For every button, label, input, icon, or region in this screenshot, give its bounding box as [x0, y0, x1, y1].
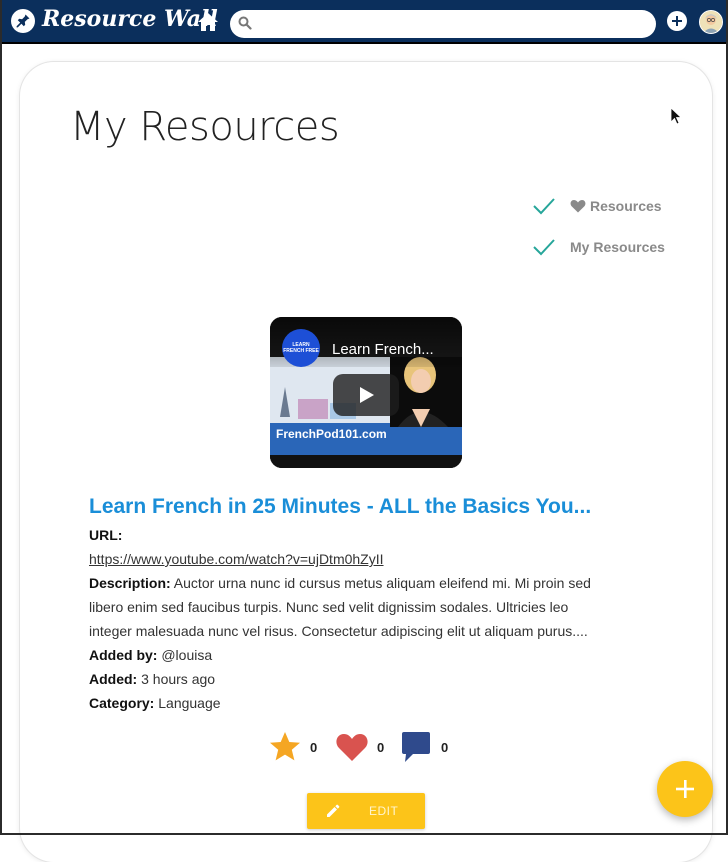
- mouse-cursor-icon: [670, 107, 682, 125]
- filter-resources[interactable]: Resources: [532, 194, 662, 218]
- added-by-label: Added by:: [89, 647, 158, 663]
- description-label: Description:: [89, 575, 171, 591]
- category-label: Category:: [89, 695, 155, 711]
- description-row: libero enim sed faucibus turpis. Nunc se…: [89, 599, 568, 615]
- rating-count: 0: [310, 739, 318, 755]
- pushpin-logo-icon[interactable]: [11, 9, 35, 33]
- added-row: Added: 3 hours ago: [89, 671, 215, 687]
- channel-badge[interactable]: LEARN FRENCH FREE: [282, 329, 320, 367]
- video-title[interactable]: Learn French...: [332, 341, 456, 358]
- home-icon[interactable]: [196, 10, 220, 34]
- video-site-text: FrenchPod101.com: [276, 427, 387, 441]
- like-button[interactable]: 0: [335, 730, 384, 764]
- filter-my-resources[interactable]: My Resources: [532, 235, 665, 259]
- pencil-icon: [327, 804, 340, 817]
- added-label: Added:: [89, 671, 138, 687]
- star-icon: [270, 732, 300, 761]
- comment-icon: [402, 732, 430, 762]
- added-by-value: @louisa: [157, 647, 213, 663]
- add-resource-fab[interactable]: [657, 761, 713, 817]
- rate-button[interactable]: 0: [268, 730, 317, 764]
- brand-title[interactable]: Resource Wall: [42, 6, 218, 32]
- search-icon: [238, 16, 252, 30]
- edit-label: EDIT: [369, 804, 399, 818]
- plus-icon: [676, 780, 694, 798]
- description-text: integer malesuada nunc vel risus. Consec…: [89, 623, 588, 639]
- added-value: 3 hours ago: [137, 671, 216, 687]
- check-icon: [533, 198, 555, 215]
- description-row: integer malesuada nunc vel risus. Consec…: [89, 623, 588, 639]
- add-resource-icon[interactable]: [667, 11, 687, 31]
- heart-icon: [570, 200, 586, 213]
- resource-url-link[interactable]: https://www.youtube.com/watch?v=ujDtm0hZ…: [89, 551, 384, 567]
- description-text: Auctor urna nunc id cursus metus aliquam…: [170, 575, 591, 591]
- top-navbar: Resource Wall: [0, 0, 728, 44]
- page-title: My Resources: [70, 104, 340, 150]
- filter-label: My Resources: [570, 239, 665, 255]
- url-label: URL:: [89, 527, 123, 543]
- check-icon: [533, 239, 555, 256]
- url-label-row: URL:: [89, 527, 122, 543]
- likes-count: 0: [377, 739, 385, 755]
- edit-button[interactable]: EDIT: [307, 793, 425, 829]
- heart-icon: [336, 734, 368, 761]
- comments-count: 0: [441, 739, 449, 755]
- filter-label: Resources: [590, 198, 662, 214]
- added-by-row: Added by: @louisa: [89, 647, 212, 663]
- category-value: Language: [154, 695, 221, 711]
- url-row: https://www.youtube.com/watch?v=ujDtm0hZ…: [89, 551, 384, 567]
- user-avatar[interactable]: [699, 10, 723, 34]
- resource-title-link[interactable]: Learn French in 25 Minutes - ALL the Bas…: [89, 495, 629, 519]
- search-bar[interactable]: [230, 10, 656, 38]
- comment-button[interactable]: 0: [399, 730, 448, 764]
- category-row: Category: Language: [89, 695, 221, 711]
- video-embed[interactable]: LEARN FRENCH FREE Learn French... French…: [270, 317, 462, 468]
- play-button-icon[interactable]: [333, 374, 399, 416]
- description-row: Description: Auctor urna nunc id cursus …: [89, 575, 591, 591]
- search-input[interactable]: [258, 14, 652, 36]
- description-text: libero enim sed faucibus turpis. Nunc se…: [89, 599, 569, 615]
